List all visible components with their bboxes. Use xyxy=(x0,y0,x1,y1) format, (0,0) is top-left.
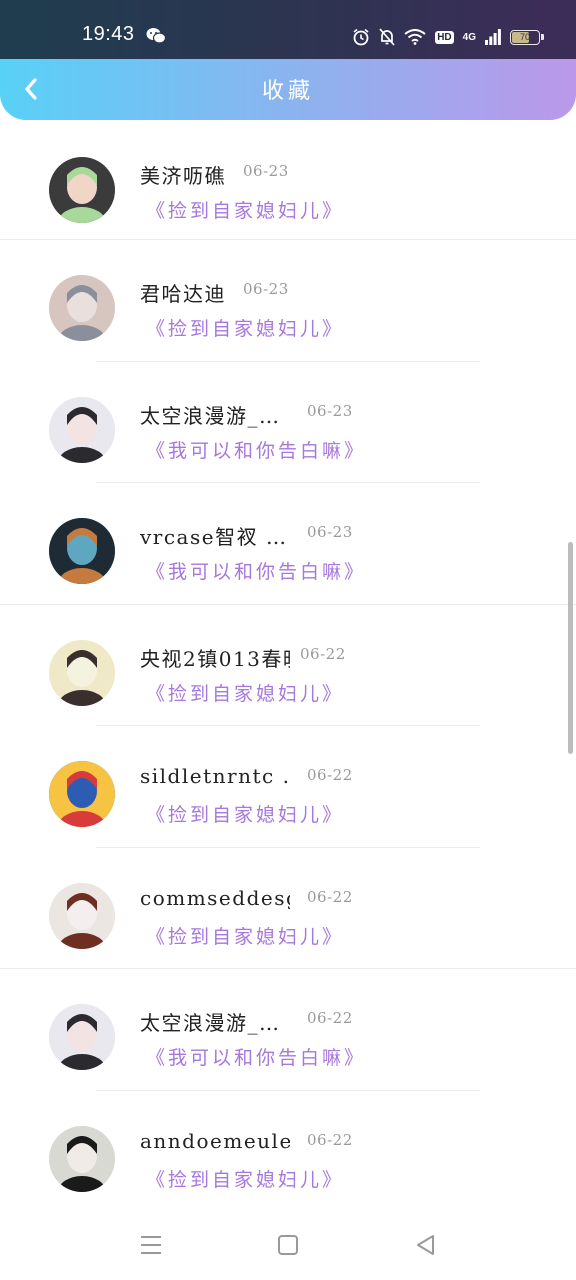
alarm-icon xyxy=(353,28,369,46)
avatar[interactable] xyxy=(49,1004,115,1070)
back-triangle-icon[interactable] xyxy=(411,1230,441,1260)
avatar[interactable] xyxy=(49,157,115,223)
battery-level: 70 xyxy=(519,32,530,42)
favorite-date: 06-22 xyxy=(307,766,353,784)
signal-icon xyxy=(485,29,501,45)
avatar-image xyxy=(49,396,115,463)
favorite-book-title[interactable]: 《捡到自家媳妇儿》 xyxy=(146,196,344,223)
scrollbar[interactable] xyxy=(568,542,573,754)
favorite-book-title[interactable]: 《我可以和你告白嘛》 xyxy=(146,1043,366,1070)
avatar[interactable] xyxy=(49,761,115,827)
favorite-book-title[interactable]: 《我可以和你告白嘛》 xyxy=(146,436,366,463)
wifi-icon xyxy=(404,29,426,45)
avatar-image xyxy=(49,1125,115,1192)
favorite-item[interactable]: vrcase智衩 … 06-23 《我可以和你告白嘛》 xyxy=(0,483,576,605)
favorite-book-title[interactable]: 《捡到自家媳妇儿》 xyxy=(146,679,344,706)
menu-icon[interactable] xyxy=(136,1230,166,1260)
favorite-username: vrcase智衩 … xyxy=(140,525,288,549)
favorite-date: 06-23 xyxy=(307,401,353,420)
navigation-bar xyxy=(0,1210,576,1280)
favorite-item[interactable]: 央视2镇013春晚 06-22 《捡到自家媳妇儿》 xyxy=(0,605,576,726)
avatar-image xyxy=(49,275,115,341)
favorite-date: 06-23 xyxy=(243,280,289,298)
favorite-username: 太空浪漫游_… xyxy=(140,1011,281,1035)
favorite-book-title[interactable]: 《我可以和你告白嘛》 xyxy=(146,557,366,584)
favorite-date: 06-22 xyxy=(307,887,353,906)
avatar-image xyxy=(49,518,115,584)
avatar[interactable] xyxy=(49,639,115,706)
favorite-item[interactable]: 美济呖礁 06-23 《捡到自家媳妇儿》 xyxy=(0,122,576,240)
avatar[interactable] xyxy=(49,518,115,584)
favorite-date: 06-22 xyxy=(307,1130,353,1149)
favorite-book-title[interactable]: 《捡到自家媳妇儿》 xyxy=(146,1165,344,1192)
favorite-item[interactable]: anndoemeule … 06-22 《捡到自家媳妇儿》 xyxy=(0,1091,576,1212)
favorites-list: 美济呖礁 06-23 《捡到自家媳妇儿》 君哈达迪 06-23 《捡到自家媳妇儿》 太空浪漫… xyxy=(0,122,576,1212)
favorite-item[interactable]: 太空浪漫游_… 06-23 《我可以和你告白嘛》 xyxy=(0,362,576,483)
avatar-image xyxy=(49,1004,115,1070)
avatar-image xyxy=(49,157,115,223)
favorite-date: 06-22 xyxy=(300,644,346,663)
favorite-item[interactable]: 君哈达迪 06-23 《捡到自家媳妇儿》 xyxy=(0,240,576,362)
header-bar: 收藏 xyxy=(0,59,576,120)
avatar[interactable] xyxy=(49,882,115,949)
page-title: 收藏 xyxy=(261,79,314,104)
network-label: 4G xyxy=(462,31,476,43)
favorite-username: 美济呖礁 xyxy=(140,164,226,188)
favorite-date: 06-23 xyxy=(243,162,289,180)
avatar[interactable] xyxy=(49,1125,115,1192)
avatar[interactable] xyxy=(49,275,115,341)
favorite-item[interactable]: 太空浪漫游_… 06-22 《我可以和你告白嘛》 xyxy=(0,969,576,1091)
mute-icon xyxy=(379,28,395,46)
favorite-username: commseddesg … xyxy=(140,885,290,910)
favorite-book-title[interactable]: 《捡到自家媳妇儿》 xyxy=(146,922,344,949)
wechat-icon xyxy=(146,28,166,44)
favorite-username: anndoemeule … xyxy=(140,1128,290,1153)
avatar-image xyxy=(49,882,115,949)
favorite-book-title[interactable]: 《捡到自家媳妇儿》 xyxy=(146,314,344,341)
favorite-username: sildletnrntc … xyxy=(140,764,290,788)
status-bar: 19:43 HD 4G 70 xyxy=(0,0,576,60)
favorite-book-title[interactable]: 《捡到自家媳妇儿》 xyxy=(146,800,344,827)
favorite-item[interactable]: commseddesg … 06-22 《捡到自家媳妇儿》 xyxy=(0,848,576,969)
favorite-username: 央视2镇013春晚 xyxy=(140,646,290,671)
favorite-date: 06-22 xyxy=(307,1009,353,1027)
favorite-item[interactable]: sildletnrntc … 06-22 《捡到自家媳妇儿》 xyxy=(0,726,576,848)
avatar[interactable] xyxy=(49,396,115,463)
battery-icon: 70 xyxy=(510,29,544,45)
favorite-username: 君哈达迪 xyxy=(140,282,226,306)
home-icon[interactable] xyxy=(273,1230,303,1260)
avatar-image xyxy=(49,761,115,827)
avatar-image xyxy=(49,639,115,706)
status-time: 19:43 xyxy=(82,23,135,45)
favorite-date: 06-23 xyxy=(307,523,353,541)
hd-badge: HD xyxy=(435,30,454,44)
favorite-username: 太空浪漫游_… xyxy=(140,403,281,428)
